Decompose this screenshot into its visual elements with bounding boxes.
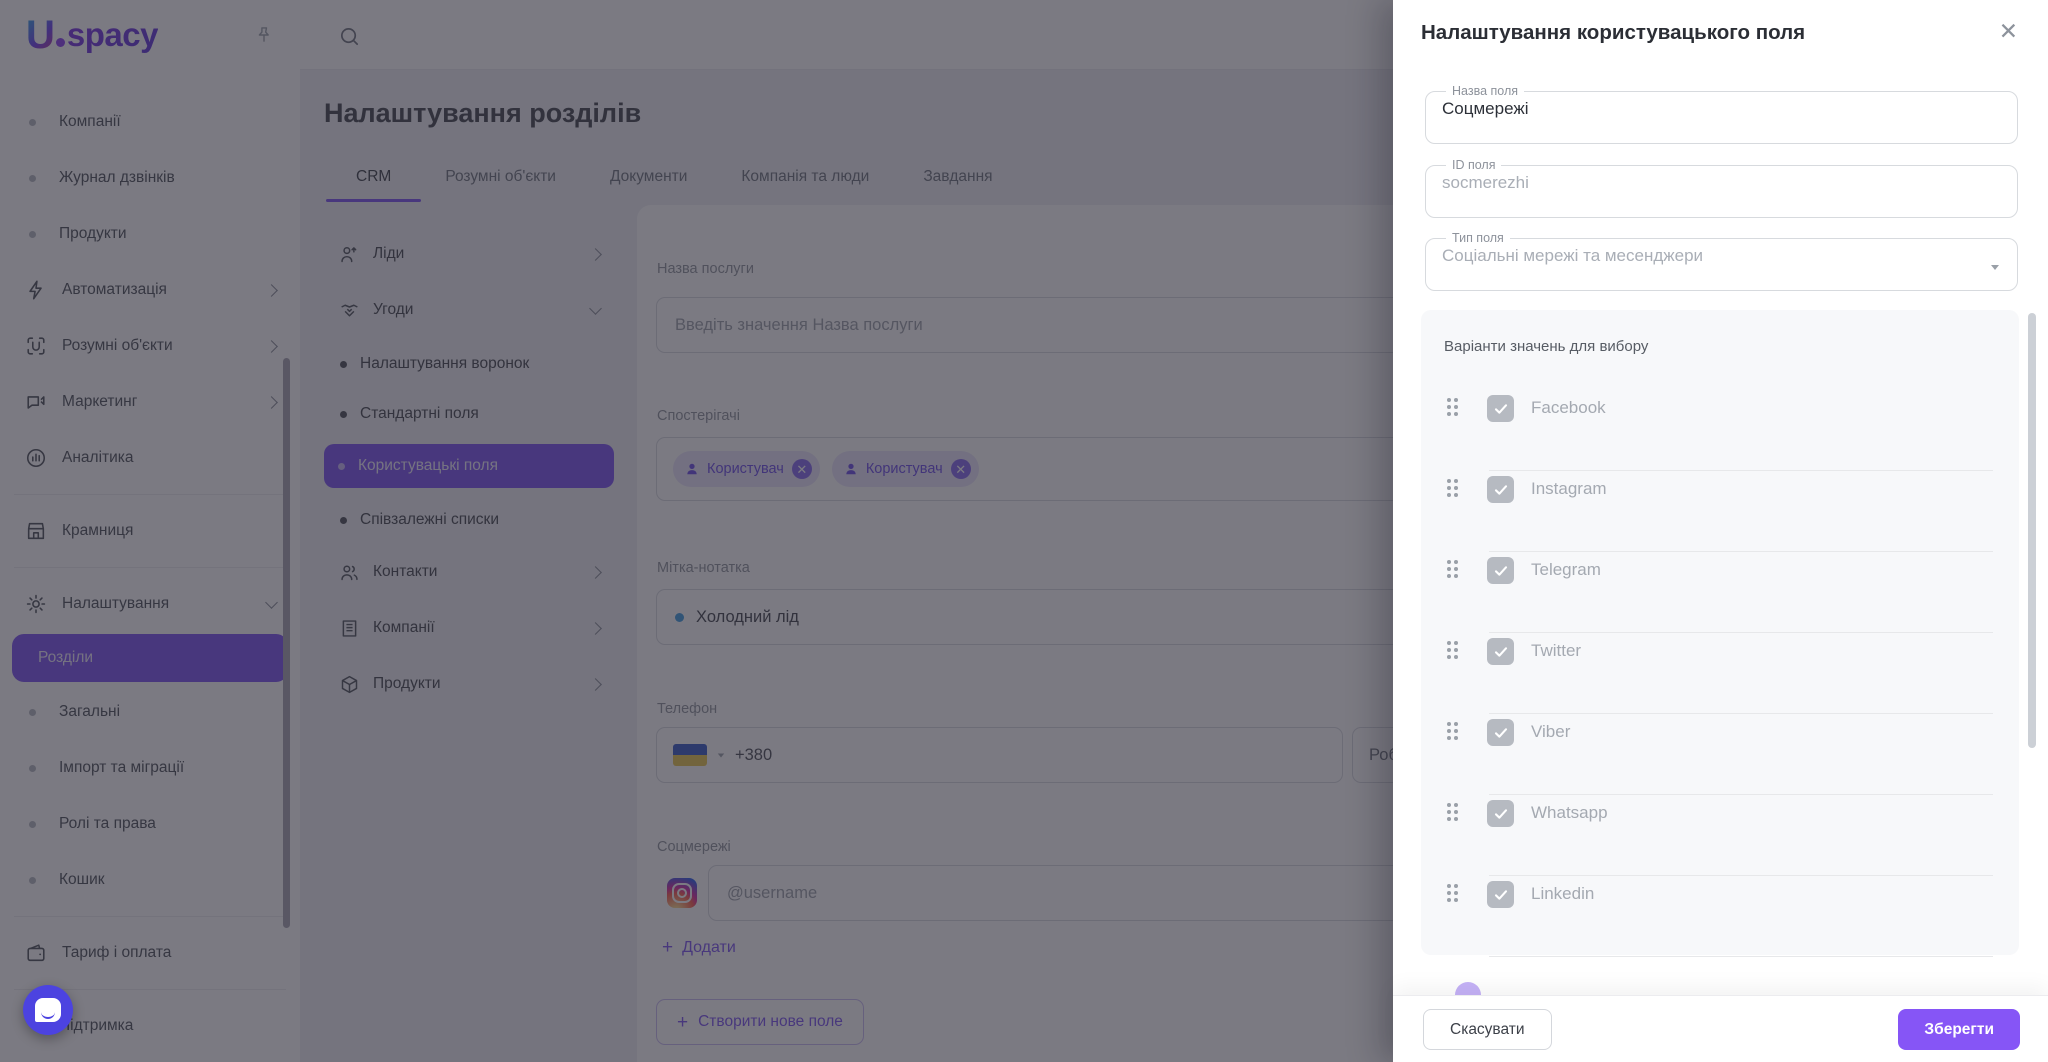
drag-handle-icon[interactable] — [1445, 396, 1460, 418]
drag-handle-icon[interactable] — [1445, 477, 1460, 499]
options-title: Варіанти значень для вибору — [1444, 338, 1649, 355]
checkbox-checked[interactable] — [1487, 800, 1514, 827]
drag-handle-icon[interactable] — [1445, 720, 1460, 742]
field-type-group: Тип поля Соціальні мережі та месенджери — [1425, 231, 2018, 291]
field-name-input[interactable] — [1440, 98, 2003, 127]
close-icon[interactable]: ✕ — [1999, 18, 2018, 45]
field-id-input[interactable] — [1440, 172, 2003, 201]
checkbox-checked[interactable] — [1487, 881, 1514, 908]
option-row-viber: Viber — [1421, 713, 2019, 795]
drag-handle-icon[interactable] — [1445, 639, 1460, 661]
drawer-title: Налаштування користувацького поля — [1421, 21, 1806, 44]
field-id-label: ID поля — [1452, 158, 1496, 172]
custom-field-settings-drawer: Налаштування користувацького поля ✕ Назв… — [1393, 0, 2048, 1062]
drawer-footer: Скасувати Зберегти — [1393, 995, 2048, 1062]
checkbox-checked[interactable] — [1487, 638, 1514, 665]
divider — [1489, 956, 1993, 957]
drag-handle-icon[interactable] — [1445, 558, 1460, 580]
option-row-facebook: Facebook — [1421, 389, 2019, 471]
field-name-label: Назва поля — [1452, 84, 1519, 98]
drag-handle-icon[interactable] — [1445, 882, 1460, 904]
option-row-instagram: Instagram — [1421, 470, 2019, 552]
option-row-whatsapp: Whatsapp — [1421, 794, 2019, 876]
option-row-linkedin: Linkedin — [1421, 875, 2019, 957]
option-row-telegram: Telegram — [1421, 551, 2019, 633]
support-chat-button[interactable] — [23, 985, 73, 1035]
field-type-label: Тип поля — [1452, 231, 1504, 245]
chat-bubble-icon — [35, 998, 61, 1022]
checkbox-checked[interactable] — [1487, 557, 1514, 584]
checkbox-checked[interactable] — [1487, 719, 1514, 746]
drag-handle-icon[interactable] — [1445, 801, 1460, 823]
drawer-scrollbar[interactable] — [2028, 313, 2036, 748]
select-caret-icon — [1991, 265, 1999, 270]
checkbox-checked[interactable] — [1487, 395, 1514, 422]
option-row-twitter: Twitter — [1421, 632, 2019, 714]
options-card: Варіанти значень для вибору Facebook Ins… — [1421, 310, 2019, 957]
field-type-select[interactable]: Соціальні мережі та месенджери — [1440, 245, 2003, 274]
save-button[interactable]: Зберегти — [1898, 1009, 2020, 1050]
cancel-button[interactable]: Скасувати — [1423, 1009, 1552, 1050]
app-window: U spacy Компанії Журнал дзвінків Продукт… — [0, 0, 2048, 1062]
field-name-group: Назва поля — [1425, 84, 2018, 144]
field-id-group: ID поля — [1425, 158, 2018, 218]
checkbox-checked[interactable] — [1487, 476, 1514, 503]
